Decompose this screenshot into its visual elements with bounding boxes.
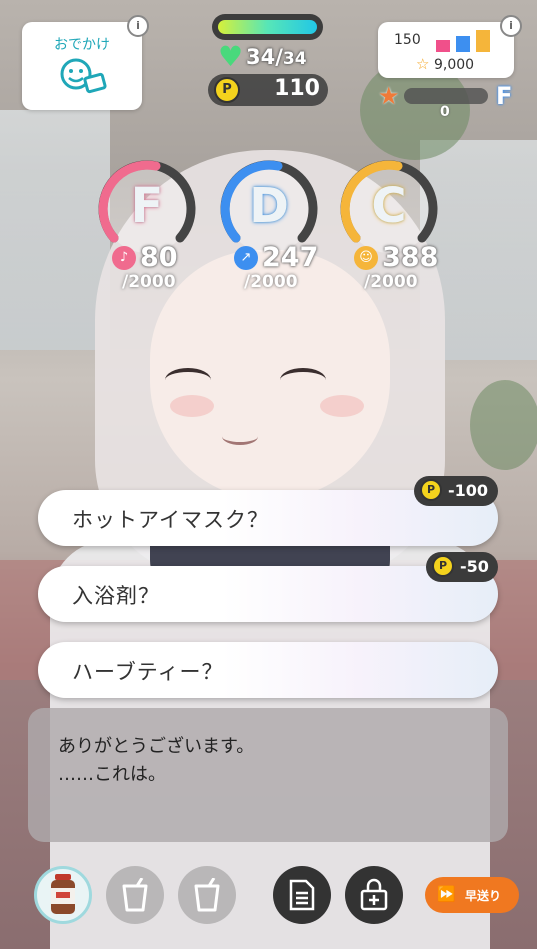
hp-readout: 34/34 xyxy=(246,45,307,69)
document-icon xyxy=(289,879,315,911)
lock-icon xyxy=(360,878,388,911)
cup-icon xyxy=(122,878,148,912)
choice-cost-badge: P -50 xyxy=(426,552,498,582)
shoe-icon: ↗ xyxy=(234,246,258,270)
stat-value: 388 xyxy=(382,242,439,273)
p-coin-icon: P xyxy=(432,555,454,577)
stat-letter: F xyxy=(130,178,164,234)
outing-label: おでかけ xyxy=(54,37,110,53)
rank-letter: F xyxy=(496,82,513,110)
fast-forward-label: 早送り xyxy=(465,889,502,903)
face-icon: ☺ xyxy=(354,246,378,270)
fans-count: 150 xyxy=(394,32,421,48)
dialog-line-2: ……これは。 xyxy=(58,764,166,785)
star-icon: ☆ xyxy=(416,55,430,73)
fast-forward-icon: ⏩ xyxy=(437,885,456,903)
points-value: 110 xyxy=(274,76,320,101)
cup-icon xyxy=(194,878,220,912)
choice-cost-badge: P -100 xyxy=(414,476,498,506)
p-coin-icon: P xyxy=(214,77,240,103)
item-drink-button[interactable] xyxy=(34,866,92,924)
stat-letter: D xyxy=(249,178,289,234)
stat-max: /2000 xyxy=(364,272,418,292)
stat-value: 247 xyxy=(262,242,319,273)
stat-max: /2000 xyxy=(122,272,176,292)
log-button[interactable] xyxy=(273,866,331,924)
stat-max: /2000 xyxy=(244,272,298,292)
stat-letter: C xyxy=(371,178,407,234)
rank-progress-bar xyxy=(404,88,488,104)
choice-herb-tea[interactable]: ハーブティー？ xyxy=(38,642,498,698)
stat-value: 80 xyxy=(140,242,178,273)
rank-star-icon: ★ xyxy=(378,82,400,110)
fans-panel[interactable]: 150 ☆ 9,000 xyxy=(378,22,514,78)
p-coin-icon: P xyxy=(420,479,442,501)
item-slot-cup-2[interactable] xyxy=(178,866,236,924)
item-slot-cup-1[interactable] xyxy=(106,866,164,924)
fans-info-icon[interactable]: i xyxy=(500,15,522,37)
hp-bar xyxy=(212,14,323,40)
drink-bottle-icon xyxy=(51,874,75,914)
dialog-line-1: ありがとうございます。 xyxy=(58,736,255,757)
outing-button[interactable]: おでかけ xyxy=(22,22,142,110)
outing-icon xyxy=(60,58,107,94)
locked-item-button[interactable] xyxy=(345,866,403,924)
heart-icon: ♥ xyxy=(218,40,244,73)
fans-bars-icon xyxy=(436,30,496,54)
microphone-icon: ♪ xyxy=(112,246,136,270)
dialog-box[interactable]: ありがとうございます。 ……これは。 xyxy=(28,708,508,842)
points-display: P 110 xyxy=(208,74,328,106)
fast-forward-button[interactable]: ⏩ 早送り xyxy=(425,877,519,913)
outing-info-icon[interactable]: i xyxy=(127,15,149,37)
rank-progress-value: 0 xyxy=(440,104,450,120)
stars-value: 9,000 xyxy=(434,57,475,73)
